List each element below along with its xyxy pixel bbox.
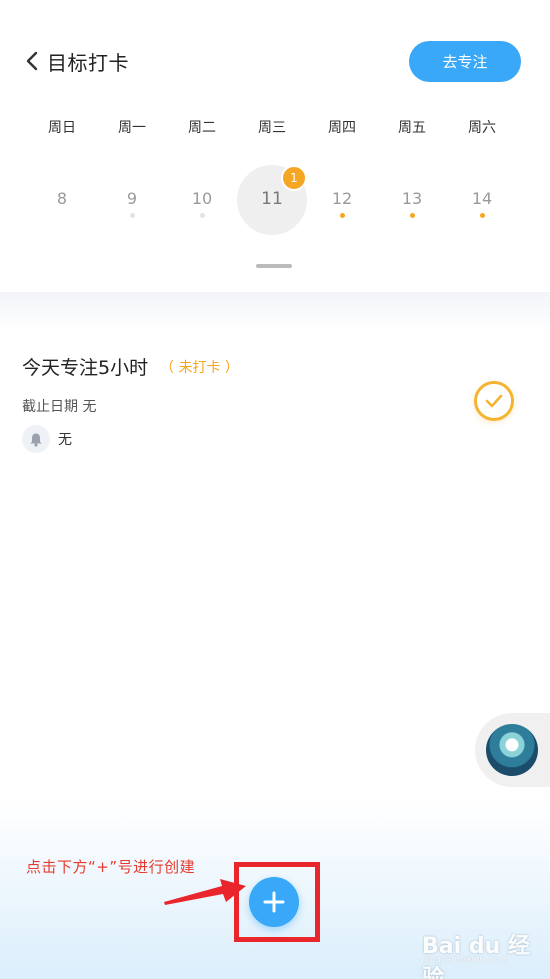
date-number: 14 (471, 189, 493, 208)
date-cell[interactable]: 9 (97, 165, 167, 237)
task-deadline: 截止日期 无 (22, 399, 97, 415)
date-cell[interactable]: 13 (377, 165, 447, 237)
date-dot (130, 213, 135, 218)
date-row: 8 9 10 11 1 12 13 14 (27, 165, 517, 237)
date-cell[interactable]: 12 (307, 165, 377, 237)
page-title: 目标打卡 (47, 51, 129, 75)
date-dot (340, 213, 345, 218)
weekday-label: 周一 (118, 120, 146, 136)
count-badge: 1 (281, 165, 307, 191)
header: 目标打卡 去专注 (0, 0, 550, 110)
date-cell[interactable]: 10 (167, 165, 237, 237)
date-number: 12 (331, 189, 353, 208)
section-divider (0, 292, 550, 332)
chevron-left-icon (26, 51, 38, 71)
plus-icon (263, 891, 285, 913)
weekday-label: 周日 (48, 120, 76, 136)
date-number: 11 (261, 189, 283, 209)
check-icon (485, 394, 503, 408)
weekday-label: 周三 (258, 120, 286, 136)
bell-icon (22, 425, 50, 453)
date-dot (200, 213, 205, 218)
add-button[interactable] (249, 877, 299, 927)
weekday-label: 周五 (398, 120, 426, 136)
weekday-label: 周二 (188, 120, 216, 136)
floating-avatar-button[interactable] (475, 713, 550, 787)
date-number: 8 (56, 189, 68, 208)
date-number: 10 (191, 189, 213, 208)
date-number: 13 (401, 189, 423, 208)
date-dot (410, 213, 415, 218)
go-focus-button[interactable]: 去专注 (409, 41, 521, 82)
watermark-logo: Bai du 经验 (422, 934, 530, 979)
date-dot (480, 213, 485, 218)
date-cell[interactable]: 8 (27, 165, 97, 237)
back-button[interactable] (20, 44, 44, 78)
avatar-image (486, 724, 538, 776)
app-screen: 目标打卡 去专注 周日 周一 周二 周三 周四 周五 周六 8 9 10 11 … (0, 0, 550, 979)
date-number: 9 (126, 189, 138, 208)
check-in-button[interactable] (474, 381, 514, 421)
date-cell-selected[interactable]: 11 1 (237, 165, 307, 237)
weekday-label: 周四 (328, 120, 356, 136)
weekday-row: 周日 周一 周二 周三 周四 周五 周六 (27, 117, 517, 137)
weekday-label: 周六 (468, 120, 496, 136)
calendar-drag-handle[interactable] (256, 264, 292, 268)
watermark-url: jingyan.baidu.com (424, 955, 508, 965)
task-reminder: 无 (22, 424, 72, 454)
date-cell[interactable]: 14 (447, 165, 517, 237)
task-title[interactable]: 今天专注5小时 (22, 353, 148, 380)
reminder-value: 无 (58, 432, 72, 448)
task-status: （ 未打卡 ） (160, 360, 239, 376)
